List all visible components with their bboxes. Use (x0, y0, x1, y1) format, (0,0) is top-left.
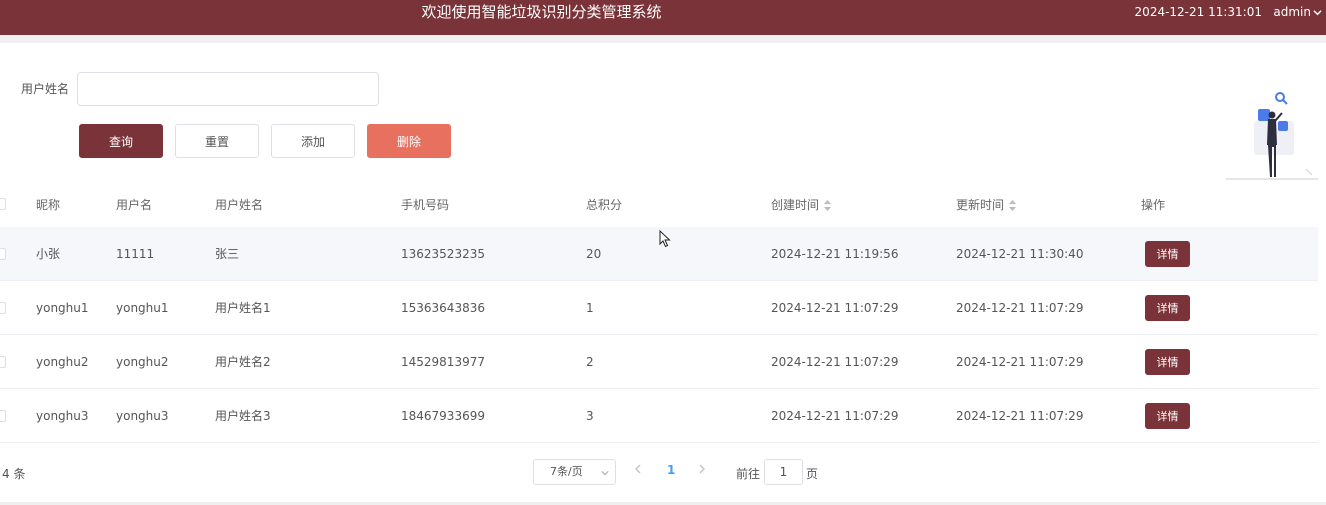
search-label: 用户姓名 (21, 82, 70, 96)
delete-button[interactable]: 删除 (367, 124, 451, 158)
cell-points: 3 (586, 409, 594, 423)
cell-phone: 15363643836 (401, 301, 485, 315)
chevron-right-icon (699, 464, 705, 474)
cell-phone: 18467933699 (401, 409, 485, 423)
cell-realname: 用户姓名3 (215, 409, 271, 423)
cell-points: 20 (586, 247, 602, 261)
cell-username: 11111 (116, 247, 155, 261)
user-name: admin (1273, 5, 1311, 19)
current-datetime: 2024-12-21 11:31:01 (1134, 5, 1262, 19)
detail-button[interactable]: 详情 (1145, 241, 1190, 267)
page-size-select[interactable]: 7条/页 (533, 459, 616, 485)
cell-realname: 用户姓名2 (215, 355, 271, 369)
pagination: 4 条 7条/页 1 前往 页 (0, 453, 1326, 491)
row-checkbox[interactable] (0, 356, 6, 368)
cell-username: yonghu2 (116, 355, 169, 369)
cell-nickname: 小张 (36, 247, 61, 261)
user-menu[interactable]: admin (1273, 4, 1322, 20)
detail-button[interactable]: 详情 (1145, 403, 1190, 429)
sort-icon[interactable] (824, 199, 832, 211)
cell-points: 1 (586, 301, 594, 315)
column-header-updated[interactable]: 更新时间 (956, 198, 1017, 212)
cell-nickname: yonghu2 (36, 355, 89, 369)
add-button[interactable]: 添加 (271, 124, 355, 158)
chevron-down-icon (1313, 9, 1322, 15)
realname-search-input[interactable] (77, 72, 379, 106)
column-header-realname: 用户姓名 (215, 198, 264, 212)
cell-created: 2024-12-21 11:19:56 (771, 247, 899, 261)
cell-username: yonghu3 (116, 409, 169, 423)
cell-nickname: yonghu1 (36, 301, 89, 315)
column-header-updated-label: 更新时间 (956, 198, 1005, 212)
row-checkbox[interactable] (0, 248, 6, 260)
column-header-phone: 手机号码 (401, 198, 450, 212)
next-page-button[interactable] (697, 463, 711, 479)
cell-created: 2024-12-21 11:07:29 (771, 409, 899, 423)
column-header-created-label: 创建时间 (771, 198, 820, 212)
chevron-down-icon (601, 471, 609, 476)
cell-updated: 2024-12-21 11:07:29 (956, 355, 1084, 369)
prev-page-button[interactable] (633, 463, 647, 479)
query-button[interactable]: 查询 (79, 124, 163, 158)
detail-button[interactable]: 详情 (1145, 349, 1190, 375)
column-header-created[interactable]: 创建时间 (771, 198, 832, 212)
page-number-current[interactable]: 1 (667, 463, 675, 477)
top-bar: 欢迎使用智能垃圾识别分类管理系统 2024-12-21 11:31:01 adm… (0, 0, 1326, 35)
table-row: yonghu1 yonghu1 用户姓名1 15363643836 1 2024-12-2… (0, 281, 1318, 335)
cell-realname: 张三 (215, 247, 240, 261)
goto-page-input[interactable] (764, 459, 803, 485)
cell-username: yonghu1 (116, 301, 169, 315)
main-panel: 用户姓名 查询 重置 添加 删除 昵称 用户名 用户姓名 手机号码 总积分 创建… (0, 43, 1326, 502)
detail-button[interactable]: 详情 (1145, 295, 1190, 321)
cell-updated: 2024-12-21 11:30:40 (956, 247, 1084, 261)
cell-phone: 13623523235 (401, 247, 485, 261)
row-checkbox[interactable] (0, 410, 6, 422)
select-all-checkbox[interactable] (0, 198, 6, 210)
chevron-left-icon (635, 464, 641, 474)
row-checkbox[interactable] (0, 302, 6, 314)
column-header-nickname: 昵称 (36, 198, 61, 212)
cell-nickname: yonghu3 (36, 409, 89, 423)
cell-created: 2024-12-21 11:07:29 (771, 355, 899, 369)
cell-phone: 14529813977 (401, 355, 485, 369)
column-header-username: 用户名 (116, 198, 153, 212)
reset-button[interactable]: 重置 (175, 124, 259, 158)
app-title: 欢迎使用智能垃圾识别分类管理系统 (421, 3, 662, 21)
column-header-points: 总积分 (586, 198, 623, 212)
goto-suffix: 页 (806, 467, 819, 481)
table-row: yonghu3 yonghu3 用户姓名3 18467933699 3 2024-12-2… (0, 389, 1318, 443)
cell-realname: 用户姓名1 (215, 301, 271, 315)
sort-icon[interactable] (1009, 199, 1017, 211)
column-header-actions: 操作 (1141, 198, 1166, 212)
cell-updated: 2024-12-21 11:07:29 (956, 301, 1084, 315)
table-row: yonghu2 yonghu2 用户姓名2 14529813977 2 2024-12-2… (0, 335, 1318, 389)
goto-label: 前往 (736, 467, 761, 481)
search-illustration-icon (1226, 92, 1318, 180)
cell-created: 2024-12-21 11:07:29 (771, 301, 899, 315)
cell-points: 2 (586, 355, 594, 369)
total-count: 4 条 (2, 467, 26, 481)
mouse-pointer-icon (659, 230, 671, 248)
page-size-value: 7条/页 (550, 465, 583, 478)
table-header: 昵称 用户名 用户姓名 手机号码 总积分 创建时间 更新时间 操作 (0, 183, 1318, 227)
cell-updated: 2024-12-21 11:07:29 (956, 409, 1084, 423)
